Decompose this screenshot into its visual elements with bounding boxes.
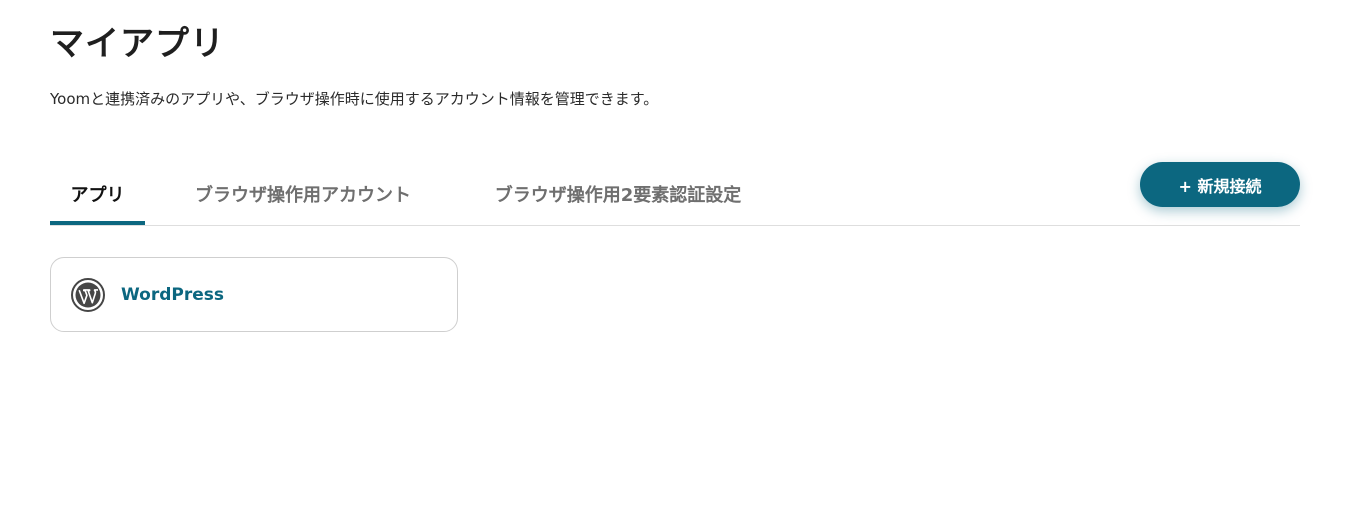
app-name: WordPress xyxy=(121,284,224,305)
new-connection-button[interactable]: + 新規接続 xyxy=(1140,162,1300,207)
tab-browser-accounts[interactable]: ブラウザ操作用アカウント xyxy=(190,162,416,225)
tab-browser-2fa-settings[interactable]: ブラウザ操作用2要素認証設定 xyxy=(482,162,754,225)
page-title: マイアプリ xyxy=(50,24,225,64)
wordpress-icon xyxy=(71,277,105,312)
app-card-wordpress[interactable]: WordPress xyxy=(50,257,458,332)
my-apps-page: マイアプリ Yoomと連携済みのアプリや、ブラウザ操作時に使用するアカウント情報… xyxy=(0,0,1349,511)
page-description: Yoomと連携済みのアプリや、ブラウザ操作時に使用するアカウント情報を管理できま… xyxy=(50,90,659,108)
tab-bar: アプリ ブラウザ操作用アカウント ブラウザ操作用2要素認証設定 + 新規接続 xyxy=(50,162,1300,226)
tab-apps[interactable]: アプリ xyxy=(50,162,145,225)
